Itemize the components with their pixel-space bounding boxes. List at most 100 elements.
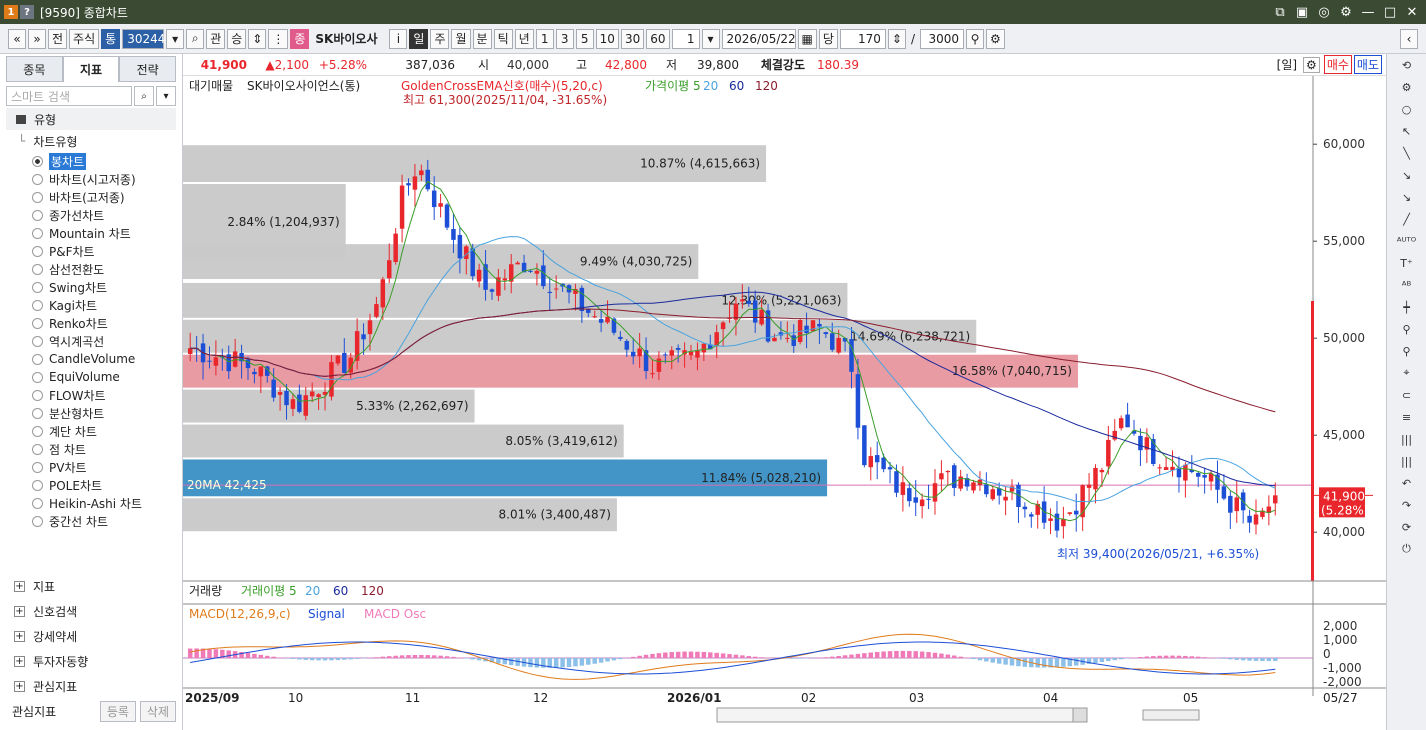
info-button[interactable]: i <box>389 28 408 49</box>
chart-type-option[interactable]: 역시계곡선 <box>6 332 176 350</box>
chart-type-option[interactable]: 종가선차트 <box>6 206 176 224</box>
count-input[interactable]: 170 <box>839 28 886 49</box>
next-button[interactable]: » <box>28 28 46 49</box>
prev-button[interactable]: « <box>8 28 26 49</box>
num-3[interactable]: 3 <box>555 28 574 49</box>
search-icon[interactable]: ⌕ <box>134 86 154 106</box>
redo-icon[interactable]: ↷ <box>1387 494 1426 516</box>
config-icon[interactable]: ⚙ <box>986 28 1005 49</box>
tab-strategy[interactable]: 전략 <box>119 56 177 82</box>
radio-icon[interactable] <box>32 425 43 437</box>
register-button[interactable]: 등록 <box>99 700 136 722</box>
link-icon[interactable]: ⧉ <box>1270 5 1290 20</box>
candle-icon[interactable]: ┿ <box>1387 296 1426 318</box>
num-1[interactable]: 1 <box>535 28 554 49</box>
chart-type-option[interactable]: Heikin-Ashi 차트 <box>6 494 176 512</box>
section-strength[interactable]: + 강세약세 <box>6 624 176 649</box>
smart-search-input[interactable]: 스마트 검색 <box>6 86 132 106</box>
undo-icon[interactable]: ↶ <box>1387 472 1426 494</box>
radio-icon[interactable] <box>32 227 43 239</box>
section-investor[interactable]: + 투자자동향 <box>6 649 176 674</box>
price-chart[interactable]: 10.87% (4,615,663) 2.84% (1,204,937) 9.49%… <box>183 76 1386 730</box>
max-input[interactable]: 3000 <box>920 28 965 49</box>
trendline-icon[interactable]: ╱ <box>1387 208 1426 230</box>
radio-icon[interactable] <box>32 155 43 167</box>
magnet-icon[interactable]: ⊂ <box>1387 384 1426 406</box>
num-10[interactable]: 10 <box>595 28 619 49</box>
chart-type-option[interactable]: P&F차트 <box>6 242 176 260</box>
minimize-icon[interactable]: — <box>1358 5 1378 20</box>
radio-icon[interactable] <box>32 335 43 347</box>
radio-icon[interactable] <box>32 209 43 221</box>
camera-icon[interactable]: ◎ <box>1314 5 1334 20</box>
seung-button[interactable]: 승 <box>227 28 247 49</box>
stock-button[interactable]: 주식 <box>69 28 100 49</box>
calendar-icon[interactable]: ▦ <box>797 28 817 49</box>
section-indicator[interactable]: + 지표 <box>6 574 176 599</box>
chart-type-option[interactable]: Mountain 차트 <box>6 224 176 242</box>
code-input[interactable]: 302440 <box>122 28 173 49</box>
chart-type-option[interactable]: POLE차트 <box>6 476 176 494</box>
radio-icon[interactable] <box>32 479 43 491</box>
zoom-icon[interactable]: ⚲ <box>966 28 985 49</box>
count-spin-icon[interactable]: ⇕ <box>887 28 906 49</box>
sell-button[interactable]: 매도 <box>1353 55 1382 74</box>
label-icon[interactable]: ᴬᴮ <box>1387 274 1426 296</box>
chart-type-option[interactable]: 바차트(고저종) <box>6 188 176 206</box>
interval-input[interactable]: 1 <box>671 28 700 49</box>
line-icon[interactable]: ╲ <box>1387 142 1426 164</box>
chart-type-option[interactable]: 봉차트 <box>6 152 176 170</box>
radio-icon[interactable] <box>32 317 43 329</box>
chart-type-option[interactable]: Renko차트 <box>6 314 176 332</box>
chart-type-option[interactable]: 바차트(시고저종) <box>6 170 176 188</box>
circle-icon[interactable]: ○ <box>1387 98 1426 120</box>
settings-icon[interactable]: ⚙ <box>1387 76 1426 98</box>
chart-type-option[interactable]: CandleVolume <box>6 350 176 368</box>
chart-type-option[interactable]: 분산형차트 <box>6 404 176 422</box>
tab-indicator[interactable]: 지표 <box>62 56 120 82</box>
num-30[interactable]: 30 <box>620 28 645 49</box>
auto-icon[interactable]: ᴬᵁᵀᴼ <box>1387 230 1426 252</box>
text-icon[interactable]: T⁺ <box>1387 252 1426 274</box>
refresh-icon[interactable]: ⟲ <box>1387 54 1426 76</box>
period-month[interactable]: 월 <box>451 28 471 49</box>
more-icon[interactable]: ⋮ <box>268 28 289 49</box>
chart-type-option[interactable]: 점 차트 <box>6 440 176 458</box>
chart-type-option[interactable]: FLOW차트 <box>6 386 176 404</box>
radio-icon[interactable] <box>32 389 43 401</box>
chart-type-option[interactable]: Swing차트 <box>6 278 176 296</box>
arrow-line-icon[interactable]: ↘ <box>1387 164 1426 186</box>
radio-icon[interactable] <box>32 515 43 527</box>
chart-type-option[interactable]: PV차트 <box>6 458 176 476</box>
dock-icon[interactable]: ▣ <box>1292 5 1312 20</box>
chart-type-option[interactable]: EquiVolume <box>6 368 176 386</box>
radio-icon[interactable] <box>32 173 43 185</box>
radio-icon[interactable] <box>32 461 43 473</box>
num-5[interactable]: 5 <box>575 28 594 49</box>
radio-icon[interactable] <box>32 245 43 257</box>
chevron-down-icon[interactable]: ▾ <box>156 86 176 106</box>
close-icon[interactable]: ✕ <box>1402 5 1422 20</box>
date-input[interactable]: 2026/05/22 <box>721 28 796 49</box>
bars2-icon[interactable]: ||| <box>1387 450 1426 472</box>
radio-icon[interactable] <box>32 281 43 293</box>
chart-type-option[interactable]: Kagi차트 <box>6 296 176 314</box>
radio-icon[interactable] <box>32 407 43 419</box>
radio-icon[interactable] <box>32 191 43 203</box>
radio-icon[interactable] <box>32 263 43 275</box>
power-icon[interactable]: ⏻ <box>1387 538 1426 560</box>
gear-icon[interactable]: ⚙ <box>1303 56 1320 73</box>
chart-type-option[interactable]: 계단 차트 <box>6 422 176 440</box>
buy-button[interactable]: 매수 <box>1323 55 1352 74</box>
type-header[interactable]: 유형 <box>6 108 176 130</box>
radio-icon[interactable] <box>32 371 43 383</box>
period-day[interactable]: 일 <box>409 28 429 49</box>
spin-icon[interactable]: ⇕ <box>248 28 267 49</box>
section-favorite[interactable]: + 관심지표 <box>6 674 176 699</box>
zoom-icon[interactable]: ⚲ <box>1387 340 1426 362</box>
search-icon[interactable]: ⌕ <box>186 28 205 49</box>
gwan-button[interactable]: 관 <box>206 28 226 49</box>
radio-icon[interactable] <box>32 497 43 509</box>
pointer-icon[interactable]: ↖ <box>1387 120 1426 142</box>
jeon-button[interactable]: 전 <box>48 28 68 49</box>
